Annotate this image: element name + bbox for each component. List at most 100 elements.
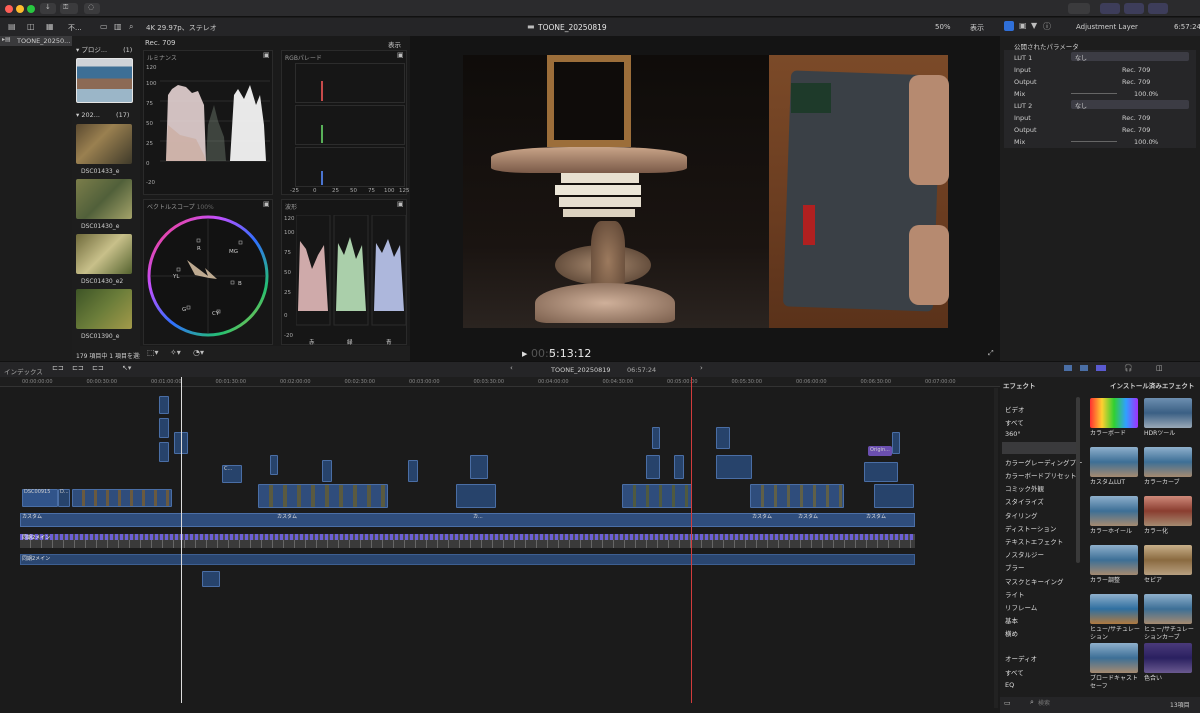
effect-thumbnail[interactable] bbox=[1144, 398, 1192, 428]
scope-settings-icon[interactable]: ▣ bbox=[263, 200, 270, 208]
zoom-window-button[interactable] bbox=[27, 5, 35, 13]
effect-category[interactable]: 360° bbox=[1005, 430, 1021, 438]
connected-clip[interactable] bbox=[652, 427, 660, 449]
adjustment-track[interactable] bbox=[20, 513, 915, 527]
effect-category[interactable]: スタイライズ bbox=[1005, 496, 1044, 506]
effect-category[interactable]: マスクとキーイング bbox=[1005, 576, 1064, 586]
connected-clip[interactable] bbox=[456, 484, 496, 508]
lut2-input[interactable]: Rec. 709 bbox=[1122, 114, 1150, 122]
clip-thumbnail[interactable] bbox=[76, 234, 132, 274]
effect-thumbnail[interactable] bbox=[1144, 496, 1192, 526]
lut1-mix[interactable]: 100.0 bbox=[1134, 90, 1153, 98]
project-thumbnail[interactable] bbox=[76, 58, 133, 103]
effect-thumbnail[interactable] bbox=[1144, 594, 1192, 624]
scope-settings-icon[interactable]: ▣ bbox=[397, 51, 404, 59]
effect-category[interactable]: ビデオ bbox=[1005, 404, 1025, 414]
category-scrollbar[interactable] bbox=[1076, 397, 1080, 563]
effect-category[interactable]: カラーグレーディングプー bbox=[1005, 457, 1083, 467]
audio-category-all[interactable]: すべて bbox=[1005, 667, 1024, 677]
inspector-toggle[interactable] bbox=[1148, 3, 1168, 14]
connected-clip[interactable] bbox=[322, 460, 332, 482]
connected-clip[interactable] bbox=[716, 427, 730, 449]
clip-appearance-icon[interactable] bbox=[1080, 365, 1088, 371]
playhead[interactable] bbox=[181, 377, 182, 703]
effect-category[interactable]: コミック外観 bbox=[1005, 483, 1044, 493]
connected-clip[interactable] bbox=[258, 484, 388, 508]
index-button[interactable]: インデックス bbox=[4, 366, 43, 376]
audio-category-title[interactable]: オーディオ bbox=[1005, 653, 1037, 663]
connected-clip[interactable] bbox=[674, 455, 684, 479]
minimize-window-button[interactable] bbox=[16, 5, 24, 13]
library-item[interactable]: ▸▤ TOONE_20250... bbox=[0, 36, 72, 46]
search-icon[interactable]: ⌕ bbox=[129, 22, 133, 32]
title-clip[interactable]: Origin... bbox=[868, 446, 892, 456]
scope-settings-icon[interactable]: ▣ bbox=[397, 200, 404, 208]
filter-inspector-icon[interactable]: ▼ bbox=[1031, 21, 1037, 30]
audio-meter-icon[interactable] bbox=[1064, 365, 1072, 371]
effect-category[interactable]: リフレーム bbox=[1005, 602, 1037, 612]
lut2-select[interactable]: なし bbox=[1071, 100, 1189, 110]
connected-clip[interactable] bbox=[646, 455, 660, 479]
scope-color-space[interactable]: Rec. 709 bbox=[145, 39, 176, 47]
timeline-scrollbar[interactable] bbox=[994, 388, 998, 708]
timeline-toggle[interactable] bbox=[1124, 3, 1144, 14]
connected-clip[interactable] bbox=[270, 455, 278, 475]
effect-category[interactable]: 横め bbox=[1005, 628, 1018, 638]
effect-category[interactable]: ブラー bbox=[1005, 562, 1025, 572]
effect-category[interactable]: ノスタルジー bbox=[1005, 549, 1044, 559]
installed-effects-menu[interactable]: インストール済みエフェクト bbox=[1110, 380, 1194, 390]
connected-clip[interactable] bbox=[622, 484, 692, 508]
connected-clip[interactable] bbox=[72, 489, 172, 507]
effect-thumbnail[interactable] bbox=[1144, 447, 1192, 477]
connected-clip[interactable] bbox=[159, 418, 169, 438]
viewer-view-menu[interactable]: 表示 bbox=[970, 23, 984, 33]
share-button[interactable] bbox=[1068, 3, 1090, 14]
clip-thumbnail[interactable] bbox=[76, 289, 132, 329]
effect-thumbnail[interactable] bbox=[1144, 643, 1192, 673]
browser-toggle[interactable] bbox=[1100, 3, 1120, 14]
effect-thumbnail[interactable] bbox=[1090, 398, 1138, 428]
select-tool-icon[interactable]: ↖▾ bbox=[122, 364, 131, 372]
connected-clip[interactable] bbox=[874, 484, 914, 508]
close-window-button[interactable] bbox=[5, 5, 13, 13]
color-inspector-icon[interactable]: ▣ bbox=[1019, 21, 1027, 30]
keyword-button[interactable]: ⚿ bbox=[60, 3, 78, 14]
connect-clip-icon[interactable]: ⊏⊐ bbox=[52, 364, 64, 372]
info-inspector-icon[interactable]: ⓘ bbox=[1043, 21, 1051, 32]
play-button[interactable]: ▶ bbox=[522, 350, 527, 358]
effect-thumbnail[interactable] bbox=[1090, 643, 1138, 673]
zoom-level[interactable]: 50% bbox=[935, 23, 951, 31]
insert-clip-icon[interactable]: ⊏⊐ bbox=[72, 364, 84, 372]
append-clip-icon[interactable]: ⊏⊐ bbox=[92, 364, 104, 372]
audio-track[interactable] bbox=[20, 554, 915, 565]
connected-clip[interactable] bbox=[892, 432, 900, 454]
titles-icon[interactable]: ▦ bbox=[46, 22, 54, 31]
headphones-icon[interactable]: 🎧 bbox=[1124, 364, 1133, 372]
effect-thumbnail[interactable] bbox=[1090, 594, 1138, 624]
effect-thumbnail[interactable] bbox=[1090, 496, 1138, 526]
crop-tool-icon[interactable]: ⬚▾ bbox=[147, 348, 159, 357]
browser-group-projects[interactable]: ▾ プロジ... (1) bbox=[76, 44, 132, 54]
browser-group-events[interactable]: ▾ 202... (17) bbox=[76, 111, 129, 119]
back-icon[interactable]: ‹ bbox=[510, 364, 513, 372]
effect-category[interactable]: すべて bbox=[1005, 417, 1024, 427]
lut2-mix[interactable]: 100.0 bbox=[1134, 138, 1153, 146]
effect-category[interactable]: タイリング bbox=[1005, 510, 1038, 520]
effect-category[interactable]: テキストエフェクト bbox=[1005, 536, 1063, 546]
scope-settings-icon[interactable]: ▣ bbox=[263, 51, 270, 59]
background-tasks-button[interactable]: ◌ bbox=[84, 3, 100, 14]
lut1-mix-slider[interactable] bbox=[1071, 93, 1117, 94]
lut1-input[interactable]: Rec. 709 bbox=[1122, 66, 1150, 74]
effect-category[interactable]: ライト bbox=[1005, 589, 1025, 599]
timecode[interactable]: 5:13:12 bbox=[549, 347, 591, 360]
timeline-tracks[interactable] bbox=[0, 387, 1000, 713]
timeline-project[interactable]: TOONE_20250819 bbox=[551, 366, 611, 374]
fullscreen-icon[interactable]: ⤢ bbox=[988, 349, 994, 358]
connected-clip[interactable] bbox=[159, 396, 169, 414]
photos-icon[interactable]: ◫ bbox=[27, 22, 35, 31]
effects-browser-icon[interactable]: ◫ bbox=[1156, 364, 1163, 372]
connected-clip[interactable] bbox=[750, 484, 844, 508]
effects-search-input[interactable] bbox=[1038, 699, 1148, 708]
speed-tool-icon[interactable]: ◔▾ bbox=[193, 348, 204, 357]
library-filter[interactable]: 不... bbox=[68, 23, 82, 33]
